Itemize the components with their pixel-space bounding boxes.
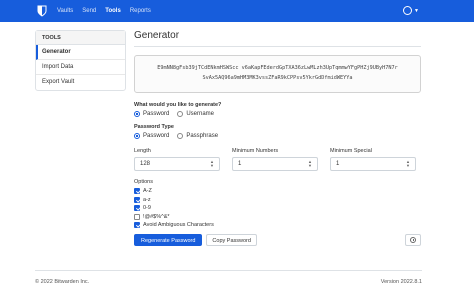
length-label: Length (134, 148, 151, 154)
option-special[interactable]: !@#$%^&* (134, 213, 421, 221)
radio-type-passphrase-label[interactable]: Passphrase (186, 133, 218, 139)
password-line-1: E9mNN8gFsb39jTCdENkmHSWScc v6aKapFEderdG… (157, 65, 398, 71)
checkbox-lowercase[interactable] (134, 196, 140, 203)
nav-tools[interactable]: Tools (105, 8, 121, 14)
account-menu[interactable]: ▼ (403, 6, 419, 15)
footer-version: Version 2022.8.1 (380, 279, 422, 285)
password-history-button[interactable] (405, 234, 421, 246)
radio-username-label[interactable]: Username (186, 111, 214, 117)
nav-reports[interactable]: Reports (130, 8, 151, 14)
option-special-label[interactable]: !@#$%^&* (143, 214, 170, 220)
radio-password[interactable] (134, 111, 140, 117)
radio-type-password[interactable] (134, 133, 140, 139)
what-generate-group: Password Username (134, 111, 421, 117)
min-special-label: Minimum Special (330, 148, 372, 154)
spinner-icon[interactable]: ▲ ▼ (210, 160, 214, 168)
min-numbers-field: Minimum Numbers 1 ▲ ▼ (232, 148, 318, 171)
checkbox-uppercase[interactable] (134, 188, 140, 194)
page-title: Generator (134, 30, 421, 47)
nav-send[interactable]: Send (82, 8, 96, 14)
min-special-field: Minimum Special 1 ▲ ▼ (330, 148, 416, 171)
length-field: Length 128 ▲ ▼ (134, 148, 220, 171)
option-numbers[interactable]: 0-9 (134, 204, 421, 212)
checkbox-special[interactable] (134, 213, 140, 220)
checkbox-numbers[interactable] (134, 205, 140, 211)
regenerate-password-button[interactable]: Regenerate Password (134, 234, 203, 246)
min-numbers-input[interactable]: 1 ▲ ▼ (232, 157, 318, 171)
radio-password-label[interactable]: Password (143, 111, 169, 117)
radio-type-password-label[interactable]: Password (143, 133, 169, 139)
min-special-value: 1 (336, 161, 340, 167)
password-line-2: SvAx5AQ96a9mHM3MK3vssZFaR9kCPPsv5YkrGdDf… (202, 75, 353, 81)
option-avoid-ambiguous[interactable]: Avoid Ambiguous Characters (134, 221, 421, 229)
option-lowercase[interactable]: a-z (134, 196, 421, 204)
sidebar-item-generator[interactable]: Generator (36, 45, 125, 60)
option-uppercase-label[interactable]: A-Z (143, 188, 152, 194)
min-special-input[interactable]: 1 ▲ ▼ (330, 157, 416, 171)
sidebar-item-export-vault[interactable]: Export Vault (36, 75, 125, 90)
spinner-icon[interactable]: ▲ ▼ (406, 160, 410, 168)
footer-divider (35, 270, 422, 271)
copy-password-button[interactable]: Copy Password (206, 234, 257, 246)
length-input[interactable]: 128 ▲ ▼ (134, 157, 220, 171)
length-value: 128 (140, 161, 151, 167)
user-icon (403, 6, 413, 15)
min-numbers-value: 1 (238, 161, 242, 167)
radio-username[interactable] (177, 111, 184, 117)
top-navbar: Vaults Send Tools Reports ▼ (0, 0, 474, 22)
generated-password[interactable]: E9mNN8gFsb39jTCdENkmHSWScc v6aKapFEderdG… (134, 55, 421, 93)
option-lowercase-label[interactable]: a-z (143, 197, 151, 203)
sidebar-item-import-data[interactable]: Import Data (36, 60, 125, 75)
password-type-label: Password Type (134, 124, 174, 130)
footer-copyright: © 2022 Bitwarden Inc. (35, 279, 90, 285)
action-buttons: Regenerate Password Copy Password (134, 234, 421, 246)
what-generate-label: What would you like to generate? (134, 102, 222, 108)
bitwarden-logo-icon[interactable] (37, 5, 47, 17)
clock-icon (410, 237, 416, 243)
password-type-group: Password Passphrase (134, 133, 421, 139)
sidebar-header: TOOLS (36, 31, 125, 45)
option-numbers-label[interactable]: 0-9 (143, 205, 151, 211)
nav-vaults[interactable]: Vaults (57, 8, 73, 14)
option-avoid-ambiguous-label[interactable]: Avoid Ambiguous Characters (143, 222, 214, 228)
tools-sidebar: TOOLS Generator Import Data Export Vault (35, 30, 126, 91)
options-group: A-Z a-z 0-9 !@#$%^&* Avoid Ambiguous Cha… (134, 187, 421, 229)
option-uppercase[interactable]: A-Z (134, 187, 421, 195)
checkbox-avoid-ambiguous[interactable] (134, 222, 140, 228)
number-fields: Length 128 ▲ ▼ Minimum Numbers 1 ▲ ▼ Minim… (134, 148, 421, 171)
generator-panel: Generator E9mNN8gFsb39jTCdENkmHSWScc v6a… (134, 30, 421, 246)
min-numbers-label: Minimum Numbers (232, 148, 279, 154)
options-label: Options (134, 179, 153, 185)
chevron-down-icon: ▼ (414, 7, 419, 14)
radio-type-passphrase[interactable] (177, 133, 184, 139)
spinner-icon[interactable]: ▲ ▼ (308, 160, 312, 168)
